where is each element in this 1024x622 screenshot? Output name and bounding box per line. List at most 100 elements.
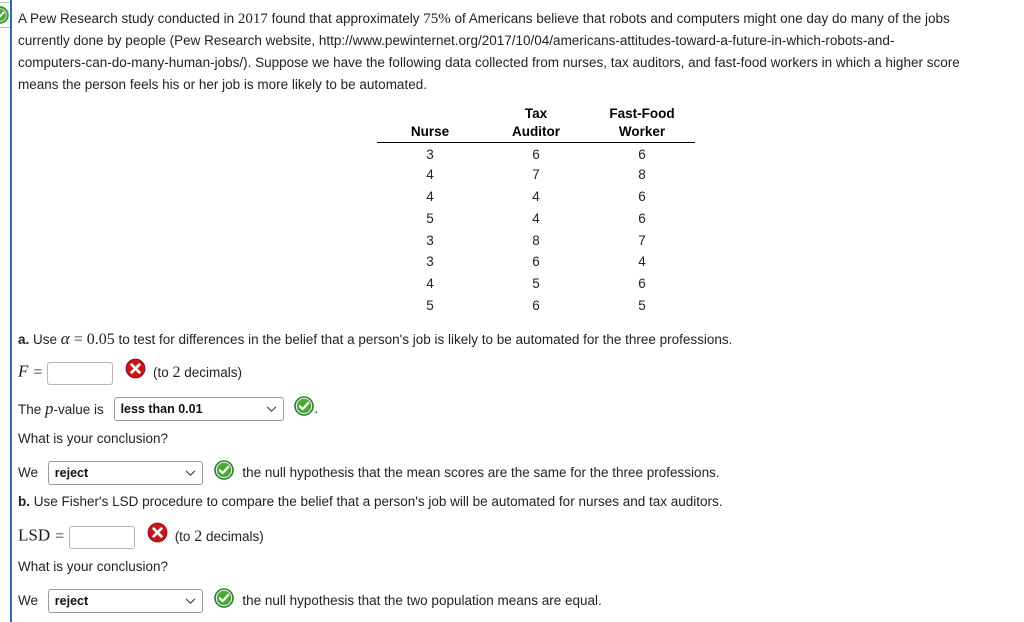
header-top-col-0 xyxy=(377,100,483,121)
table-row: 4 7 8 xyxy=(377,164,695,186)
intro-line-4: means the person feels his or her job is… xyxy=(18,77,427,92)
part-b-conclusion-question: What is your conclusion? xyxy=(18,559,169,574)
p-value-trailing-period: . xyxy=(314,401,319,416)
lsd-note-pre: (to xyxy=(174,529,195,544)
cell-worker: 6 xyxy=(638,188,646,204)
cell-nurse: 4 xyxy=(426,167,434,183)
intro-paragraph: A Pew Research study conducted in 2017 f… xyxy=(18,0,1024,96)
table-row: 3 6 6 xyxy=(377,142,695,164)
part-a-we-tail: the null hypothesis that the mean scores… xyxy=(242,465,720,480)
lsd-label: LSD xyxy=(18,525,51,545)
alpha-equals: = xyxy=(69,331,87,348)
intro-percent: 75% xyxy=(423,11,451,27)
table-head: Tax Fast-Food Nurse Auditor Worker xyxy=(377,100,695,143)
content-column: A Pew Research study conducted in 2017 f… xyxy=(18,0,1024,313)
part-a-we-label: We xyxy=(18,465,39,480)
cell-auditor: 6 xyxy=(532,297,540,313)
p-value-select[interactable]: less than 0.01 xyxy=(113,396,284,421)
part-a-we-select-wrap[interactable]: reject xyxy=(47,460,203,485)
p-italic: p xyxy=(45,398,54,418)
cell-auditor: 4 xyxy=(532,210,540,226)
table-body: 3 6 6 4 7 8 4 4 6 5 4 6 3 8 7 3 6 4 4 5 6 5 6 5 xyxy=(377,142,695,316)
f-statistic-row: F = (to 2 decimals) xyxy=(18,358,242,388)
cell-nurse: 3 xyxy=(426,147,434,163)
f-decimals-note: (to 2 decimals) xyxy=(153,364,242,381)
lsd-equals-sign: = xyxy=(55,527,65,545)
data-table-wrap: Tax Fast-Food Nurse Auditor Worker 3 6 6 4… xyxy=(377,100,697,316)
cell-nurse: 4 xyxy=(426,276,434,292)
part-b-label: b. xyxy=(18,494,30,509)
header-tax-auditor: Auditor xyxy=(483,121,589,143)
part-b-we-tail: the null hypothesis that the two populat… xyxy=(242,593,602,608)
lsd-note-num: 2 xyxy=(194,528,203,545)
intro-line-1-a: A Pew Research study conducted in xyxy=(18,11,238,26)
p-value-label: The p-value is xyxy=(18,398,104,418)
header-top-col-2: Fast-Food xyxy=(609,106,675,121)
lsd-decimals-note: (to 2 decimals) xyxy=(174,528,264,545)
intro-line-2: currently done by people (Pew Research w… xyxy=(18,33,895,48)
cell-nurse: 3 xyxy=(426,232,434,248)
cell-worker: 6 xyxy=(638,210,646,226)
f-label: F xyxy=(18,361,29,381)
part-a-conclusion-question: What is your conclusion? xyxy=(18,431,169,446)
cell-auditor: 6 xyxy=(532,147,540,163)
table-row: 5 4 6 xyxy=(377,207,695,229)
part-b-conclusion-select[interactable]: reject xyxy=(47,588,203,613)
cell-worker: 6 xyxy=(638,276,646,292)
cell-nurse: 4 xyxy=(426,188,434,204)
part-a-conclusion-select[interactable]: reject xyxy=(47,460,203,485)
cell-auditor: 8 xyxy=(532,232,540,248)
part-b-prompt: b. Use Fisher's LSD procedure to compare… xyxy=(18,492,723,512)
part-a-label: a. xyxy=(18,332,30,347)
intro-line-3: computers-can-do-many-human-jobs/). Supp… xyxy=(18,55,960,70)
table-row: 5 6 5 xyxy=(377,295,695,317)
table-header-row-bottom: Nurse Auditor Worker xyxy=(377,121,695,143)
red-x-circle-icon xyxy=(147,522,168,543)
part-a-prompt-post: to test for differences in the belief th… xyxy=(114,332,733,347)
part-b-we-row: We reject the null hypothesis that the t… xyxy=(18,588,602,613)
p-value-select-wrap[interactable]: less than 0.01 xyxy=(113,396,284,421)
p-value-row: The p-value is less than 0.01 . xyxy=(18,396,318,421)
cell-auditor: 7 xyxy=(532,167,540,183)
alpha-symbol: α xyxy=(60,329,70,348)
cell-worker: 7 xyxy=(638,232,646,248)
f-note-post: decimals) xyxy=(180,365,242,380)
intro-line-1-b: found that approximately xyxy=(267,11,424,26)
cell-worker: 6 xyxy=(638,147,646,163)
table-row: 3 8 7 xyxy=(377,229,695,251)
f-equals-sign: = xyxy=(33,363,43,381)
part-a-prompt-pre: Use xyxy=(29,332,61,347)
cell-worker: 8 xyxy=(638,167,646,183)
cell-worker: 4 xyxy=(638,254,646,270)
alpha-value: 0.05 xyxy=(86,331,115,348)
question-page: A Pew Research study conducted in 2017 f… xyxy=(0,0,1024,622)
lsd-row: LSD = (to 2 decimals) xyxy=(18,522,264,552)
p-value-pre: The xyxy=(18,401,46,417)
intro-year: 2017 xyxy=(237,11,268,27)
left-blue-rule xyxy=(10,0,12,622)
cell-nurse: 5 xyxy=(426,297,434,313)
red-x-circle-icon xyxy=(125,358,146,379)
cell-auditor: 6 xyxy=(532,254,540,270)
f-statistic-input[interactable] xyxy=(47,361,114,385)
header-top-col-1: Tax xyxy=(524,106,548,121)
green-check-circle-icon xyxy=(0,6,9,24)
cell-nurse: 5 xyxy=(426,210,434,226)
part-a-we-row: We reject the null hypothesis that the m… xyxy=(18,460,720,485)
lsd-input[interactable] xyxy=(69,525,136,549)
automation-scores-table: Tax Fast-Food Nurse Auditor Worker 3 6 6 4… xyxy=(377,100,695,316)
table-row: 4 5 6 xyxy=(377,273,695,295)
part-b-prompt-text: Use Fisher's LSD procedure to compare th… xyxy=(30,494,723,509)
green-check-circle-icon xyxy=(213,460,234,480)
part-a-prompt: a. Use α = 0.05 to test for differences … xyxy=(18,329,732,350)
table-row: 3 6 4 xyxy=(377,251,695,273)
part-b-we-label: We xyxy=(18,593,39,608)
p-value-post: -value is xyxy=(53,401,104,417)
green-check-circle-icon xyxy=(294,396,315,416)
cell-auditor: 4 xyxy=(532,188,540,204)
part-b-we-select-wrap[interactable]: reject xyxy=(47,588,203,613)
table-header-row-top: Tax Fast-Food xyxy=(377,100,695,121)
cell-auditor: 5 xyxy=(532,276,540,292)
header-nurse: Nurse xyxy=(377,121,483,143)
lsd-note-post: decimals) xyxy=(202,529,264,544)
